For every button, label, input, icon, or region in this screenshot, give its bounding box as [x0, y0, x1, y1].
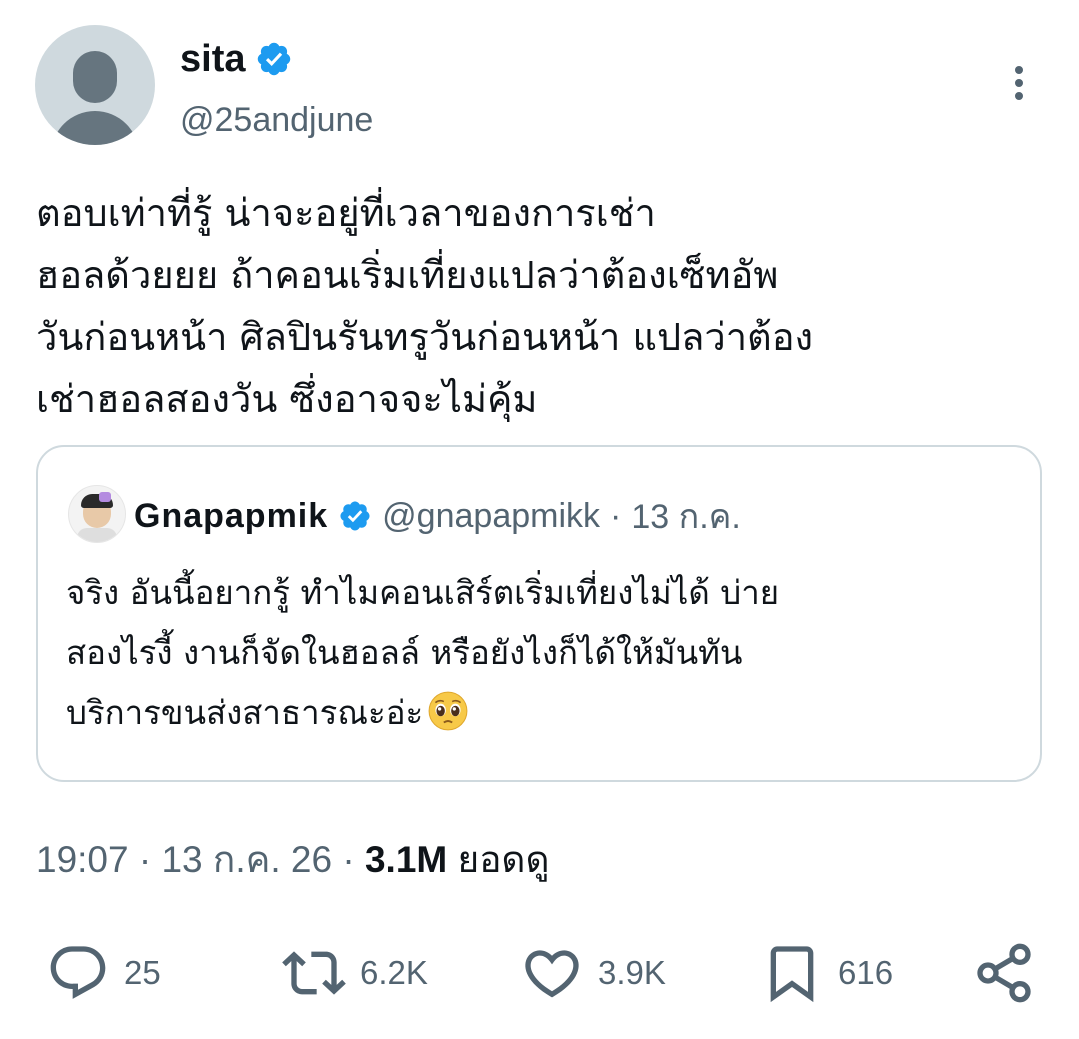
views-label: ยอดดู: [457, 839, 550, 880]
like-count: 3.9K: [598, 954, 666, 991]
quoted-tweet-text: จริง อันนี้อยากรู้ ทำไมคอนเสิร์ตเริ่มเที…: [66, 573, 780, 732]
author-display-name[interactable]: sita: [180, 36, 245, 82]
reply-icon: [50, 946, 106, 999]
verified-badge-icon: [340, 501, 370, 531]
quoted-tweet-card[interactable]: Gnapapmik @gnapapmikk · 13 ก.ค. จริง อัน…: [36, 445, 1042, 782]
dot-separator: ·: [138, 839, 152, 880]
bookmark-button[interactable]: 616: [760, 938, 893, 1008]
dot-separator: ·: [342, 839, 355, 880]
quoted-author-avatar[interactable]: [68, 485, 126, 543]
more-options-icon[interactable]: [1009, 66, 1029, 106]
repost-icon: [282, 951, 346, 995]
tweet-date[interactable]: 13 ก.ค. 26: [161, 839, 332, 880]
author-name-row: sita: [180, 36, 293, 82]
quoted-author-handle[interactable]: @gnapapmikk: [382, 497, 600, 536]
heart-icon: [525, 950, 579, 998]
share-icon: [977, 943, 1031, 1003]
reply-button[interactable]: 25: [46, 938, 161, 1008]
tweet-time[interactable]: 19:07: [36, 839, 129, 880]
bookmark-icon: [770, 946, 814, 1003]
action-bar: 25 6.2K 3.9K 616: [0, 938, 1079, 1008]
dot-separator: ·: [610, 496, 622, 535]
quoted-tweet-text-block: จริง อันนี้อยากรู้ ทำไมคอนเสิร์ตเริ่มเที…: [66, 563, 1016, 743]
pleading-face-emoji: [428, 691, 468, 731]
repost-button[interactable]: 6.2K: [282, 938, 428, 1008]
tweet-text: ตอบเท่าที่รู้ น่าจะอยู่ที่เวลาของการเช่า…: [36, 191, 814, 421]
bookmark-count: 616: [838, 954, 894, 991]
views-count[interactable]: 3.1M: [365, 839, 447, 880]
quoted-tweet-date[interactable]: 13 ก.ค.: [631, 489, 741, 543]
tweet-meta-row: 19:07 · 13 ก.ค. 26 · 3.1M ยอดดู: [36, 830, 549, 889]
verified-badge-icon: [258, 42, 291, 76]
like-button[interactable]: 3.9K: [520, 938, 666, 1008]
quoted-tweet-header: Gnapapmik @gnapapmikk · 13 ก.ค.: [134, 489, 741, 543]
author-avatar[interactable]: [35, 25, 155, 145]
share-button[interactable]: [972, 938, 1036, 1008]
quoted-author-name[interactable]: Gnapapmik: [134, 497, 328, 536]
reply-count: 25: [124, 954, 161, 991]
author-handle[interactable]: @25andjune: [180, 98, 373, 142]
repost-count: 6.2K: [360, 954, 428, 991]
default-avatar-icon: [73, 51, 117, 103]
